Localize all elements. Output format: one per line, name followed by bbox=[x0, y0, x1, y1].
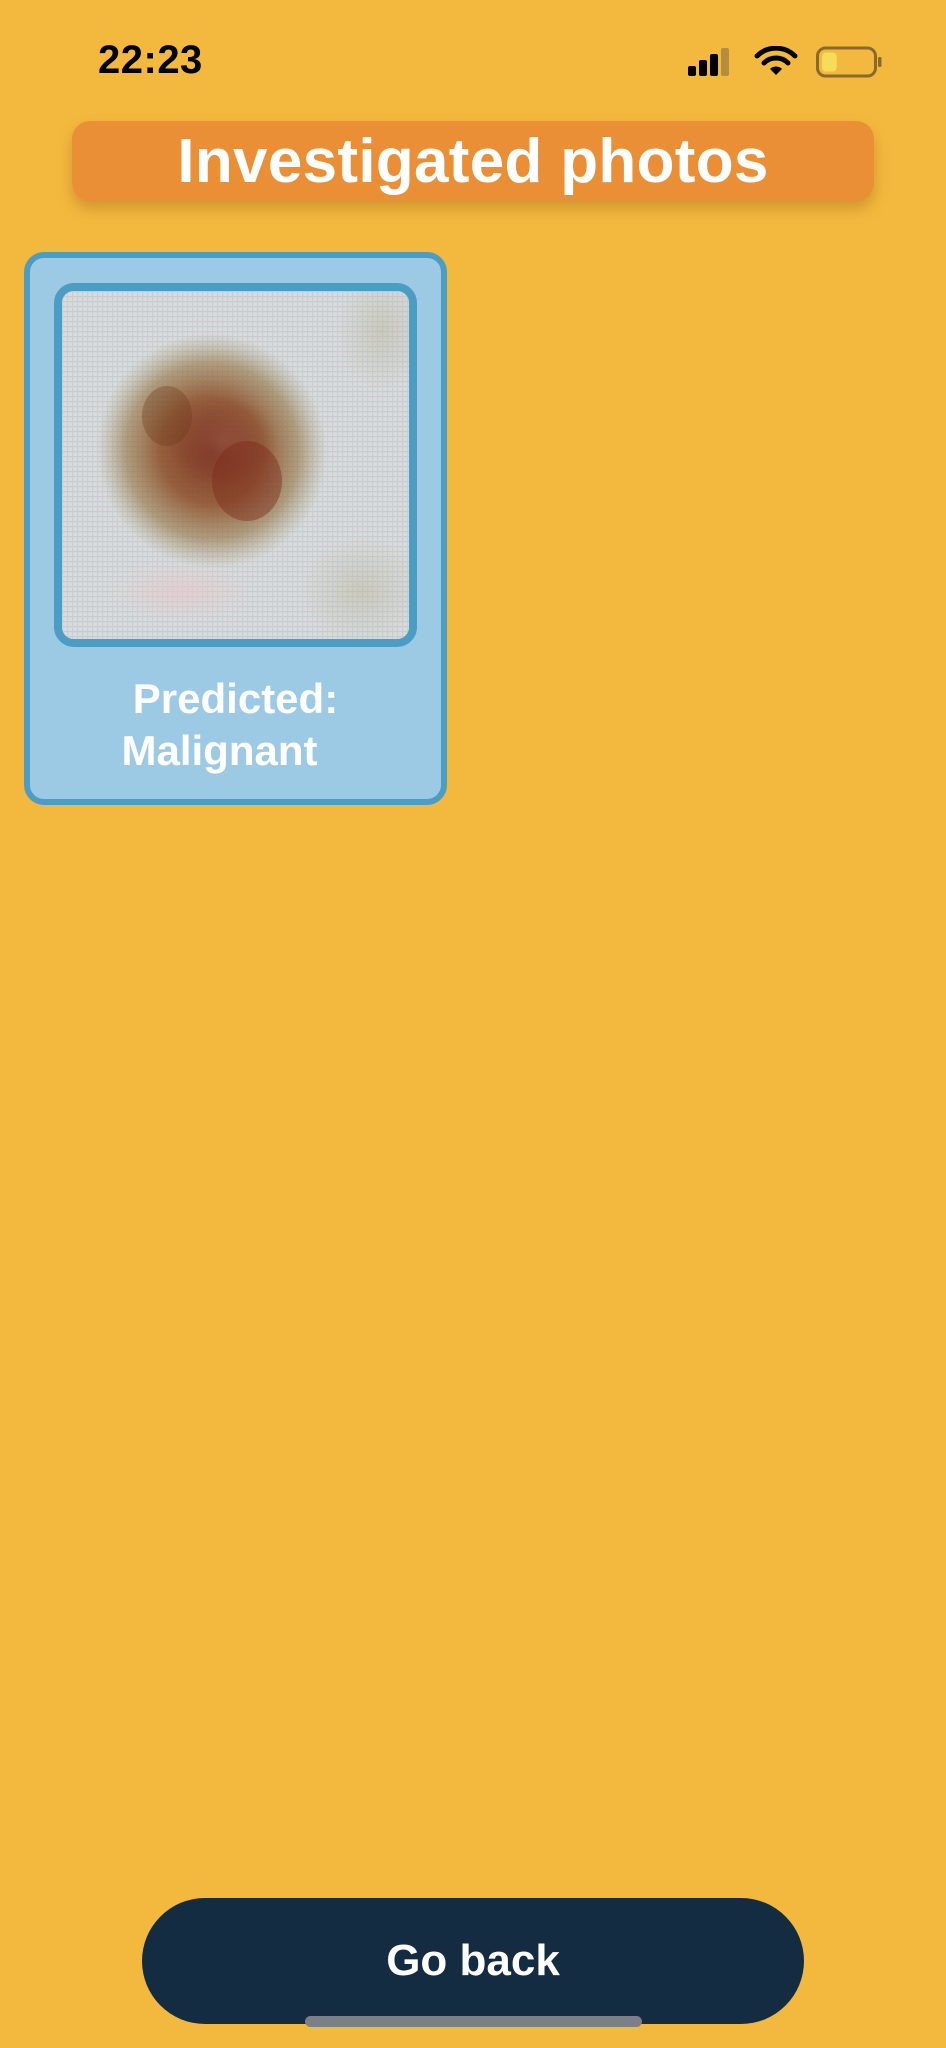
status-bar: 22:23 bbox=[0, 0, 946, 120]
go-back-button[interactable]: Go back bbox=[142, 1898, 804, 2024]
prediction-heading: Predicted: bbox=[132, 675, 339, 722]
skin-lesion-photo bbox=[62, 291, 409, 639]
battery-icon bbox=[816, 46, 882, 83]
page-title-banner: Investigated photos bbox=[72, 121, 874, 201]
status-icons bbox=[688, 44, 882, 84]
home-indicator bbox=[305, 2016, 642, 2027]
photo-thumbnail[interactable] bbox=[54, 283, 417, 647]
prediction-label: Predicted: Malignant bbox=[30, 673, 441, 777]
photo-card[interactable]: Predicted: Malignant bbox=[24, 252, 447, 805]
status-time: 22:23 bbox=[98, 38, 203, 82]
cellular-signal-icon bbox=[688, 46, 736, 83]
page-title: Investigated photos bbox=[177, 126, 769, 196]
wifi-icon bbox=[754, 45, 798, 83]
prediction-value: Malignant bbox=[121, 727, 318, 774]
go-back-label: Go back bbox=[386, 1936, 560, 1985]
